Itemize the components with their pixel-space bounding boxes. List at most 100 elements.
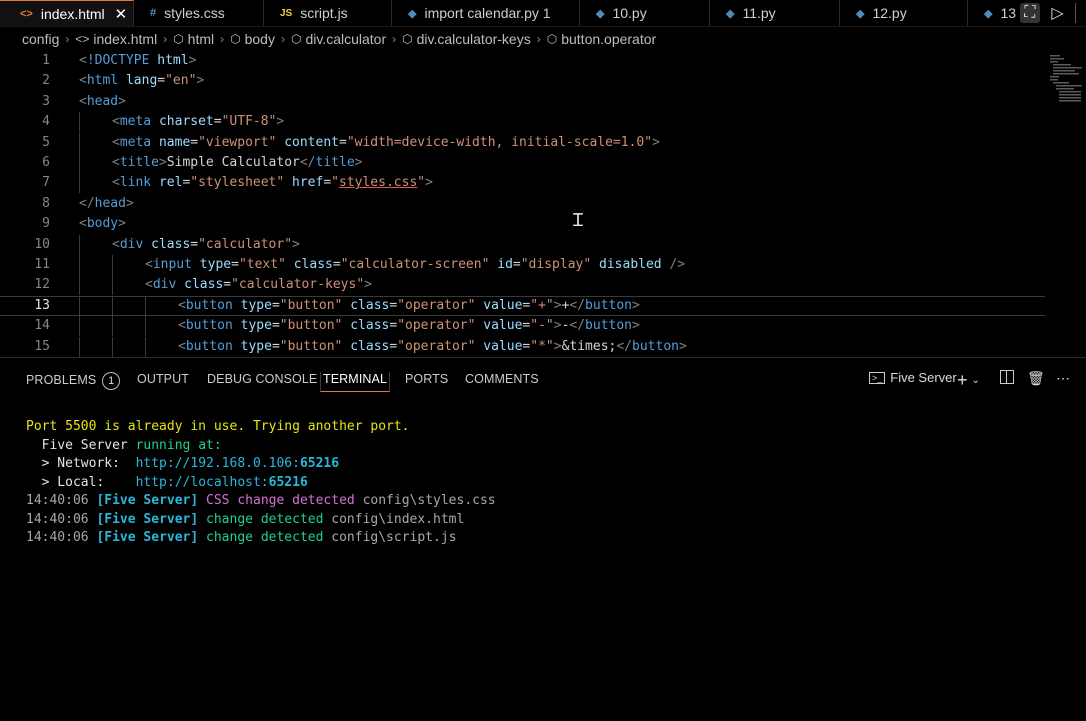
maximize-icon[interactable]: ⛶ [1019,3,1040,23]
code-text: </head> [79,195,134,211]
code-line[interactable]: 13 <button type="button" class="operator"… [0,295,1045,317]
panel-tab-ports[interactable]: PORTS [405,372,448,386]
line-number: 11 [34,257,50,272]
panel-tab-debug-console[interactable]: DEBUG CONSOLE [207,372,317,386]
indent-guide [79,275,80,296]
panel-tab-label: COMMENTS [465,372,539,386]
panel-tab-comments[interactable]: COMMENTS [465,372,539,386]
breadcrumb-item[interactable]: › ⬡ body [214,31,275,47]
breadcrumb-item[interactable]: › ⬡ div.calculator [275,31,386,47]
new-terminal-button[interactable]: + ⌄ [957,370,980,391]
kill-terminal-button[interactable]: 🗑 [1027,370,1045,387]
indent-guide [79,296,80,317]
panel-tab-problems[interactable]: PROBLEMS 1 [26,372,121,390]
terminal-output[interactable]: Port 5500 is already in use. Trying anot… [26,418,496,548]
indent-guide [79,112,80,133]
terminal-icon: >_ [869,371,886,384]
tab-12-py[interactable]: ◆ 12.py [840,0,968,26]
minimap[interactable] [1048,53,1082,105]
code-line[interactable]: 12 <div class="calculator-keys"> [0,275,1045,296]
python-file-icon: ◆ [408,7,417,20]
code-text: <button type="button" class="operator" v… [178,297,640,313]
split-terminal-button[interactable] [1000,370,1014,384]
code-line[interactable]: 15 <button type="button" class="operator"… [0,336,1045,357]
code-line[interactable]: 9 <body> [0,214,1045,234]
indent-guide [112,275,113,296]
tab-index-html[interactable]: <> index.html ✕ [0,0,134,26]
line-number: 13 [34,297,50,313]
code-line[interactable]: 8 </head> [0,194,1045,214]
code-line[interactable]: 11 <input type="text" class="calculator-s… [0,255,1045,275]
breadcrumb-item[interactable]: › <> index.html [59,31,157,47]
tab-import-calendar-py-1[interactable]: ◆ import calendar.py 1 [392,0,580,26]
line-number: 1 [42,53,50,68]
code-line[interactable]: 14 <button type="button" class="operator"… [0,316,1045,337]
html-file-icon: <> [75,32,90,46]
text-cursor-icon: Ɪ [573,210,584,230]
python-file-icon: ◆ [856,7,865,20]
line-number: 10 [34,236,50,252]
terminal-line: 14:40:06 [Five Server] change detected c… [26,511,465,527]
indent-guide [112,336,113,357]
indent-guide [79,132,80,153]
bottom-panel: PROBLEMS 1 OUTPUT DEBUG CONSOLE TERMINAL PORT… [0,357,1086,721]
code-editor[interactable]: 1 <!DOCTYPE html> 2 <html lang="en"> 3 <head>… [0,51,1086,357]
panel-tab-label: DEBUG CONSOLE [207,372,318,386]
tab-label: styles.css [164,5,225,21]
more-actions-button[interactable]: ⋯ [1056,370,1070,387]
run-icon[interactable]: ▷ [1047,3,1067,23]
line-number: 7 [42,175,50,191]
line-number: 14 [34,318,50,334]
breadcrumb-item[interactable]: › ⬡ div.calculator-keys [386,31,531,47]
indent-guide [145,336,146,357]
code-line[interactable]: 7 <link rel="stylesheet" href="styles.css… [0,173,1045,194]
indent-guide [79,255,80,275]
code-line[interactable]: 1 <!DOCTYPE html> [0,51,1045,71]
breadcrumb-label: html [187,31,215,47]
breadcrumb-item[interactable]: config [22,31,59,47]
line-number: 6 [42,155,50,170]
terminal-selector[interactable]: >_ Five Server [869,370,957,385]
code-text: <button type="button" class="operator" v… [178,338,687,354]
split-editor-icon[interactable] [1075,3,1082,23]
tab-11-py[interactable]: ◆ 11.py [710,0,840,26]
panel-tab-terminal[interactable]: TERMINAL [320,372,391,392]
code-line[interactable]: 3 <head> [0,92,1045,112]
code-line[interactable]: 5 <meta name="viewport" content="width=de… [0,132,1045,153]
line-number: 15 [34,338,50,354]
terminal-line: Port 5500 is already in use. Trying anot… [26,419,410,434]
tab-label: 13 [1000,5,1017,21]
code-line[interactable]: 6 <title>Simple Calculator</title> [0,153,1045,173]
chevron-right-icon: › [220,32,225,46]
panel-tab-output[interactable]: OUTPUT [137,372,189,386]
indent-guide [112,296,113,317]
code-line[interactable]: 10 <div class="calculator"> [0,234,1045,255]
breadcrumb-item[interactable]: › ⬡ html [157,31,214,47]
js-file-icon: JS [280,7,293,19]
tab-10-py[interactable]: ◆ 10.py [580,0,710,26]
indent-guide [79,234,80,255]
line-number: 12 [34,277,50,293]
python-file-icon: ◆ [596,7,605,20]
code-line[interactable]: 4 <meta charset="UTF-8"> [0,112,1045,133]
code-text: <button type="button" class="operator" v… [178,318,640,334]
tab-styles-css[interactable]: # styles.css [134,0,264,26]
code-text: <input type="text" class="calculator-scr… [145,257,686,272]
line-number: 3 [42,93,50,109]
close-icon[interactable]: ✕ [115,5,128,23]
breadcrumb-label: config [22,31,60,47]
indent-guide [79,316,80,337]
plus-icon: + [957,370,968,390]
code-text: <div class="calculator"> [112,236,300,252]
tab-script-js[interactable]: JS script.js [264,0,392,26]
terminal-name: Five Server [890,370,957,385]
chevron-right-icon: › [163,32,168,46]
code-line[interactable]: 2 <html lang="en"> [0,71,1045,91]
breadcrumb-label: div.calculator [305,31,387,47]
element-icon: ⬡ [546,32,558,46]
breadcrumb: config › <> index.html › ⬡ html › ⬡ body › ⬡ div.cal… [0,27,1086,51]
element-icon: ⬡ [230,32,241,46]
breadcrumb-item[interactable]: › ⬡ button.operator [531,31,656,47]
line-number: 5 [42,134,50,150]
editor-tab-bar: <> index.html ✕ # styles.css JS script.js ◆ impo… [0,0,1086,27]
